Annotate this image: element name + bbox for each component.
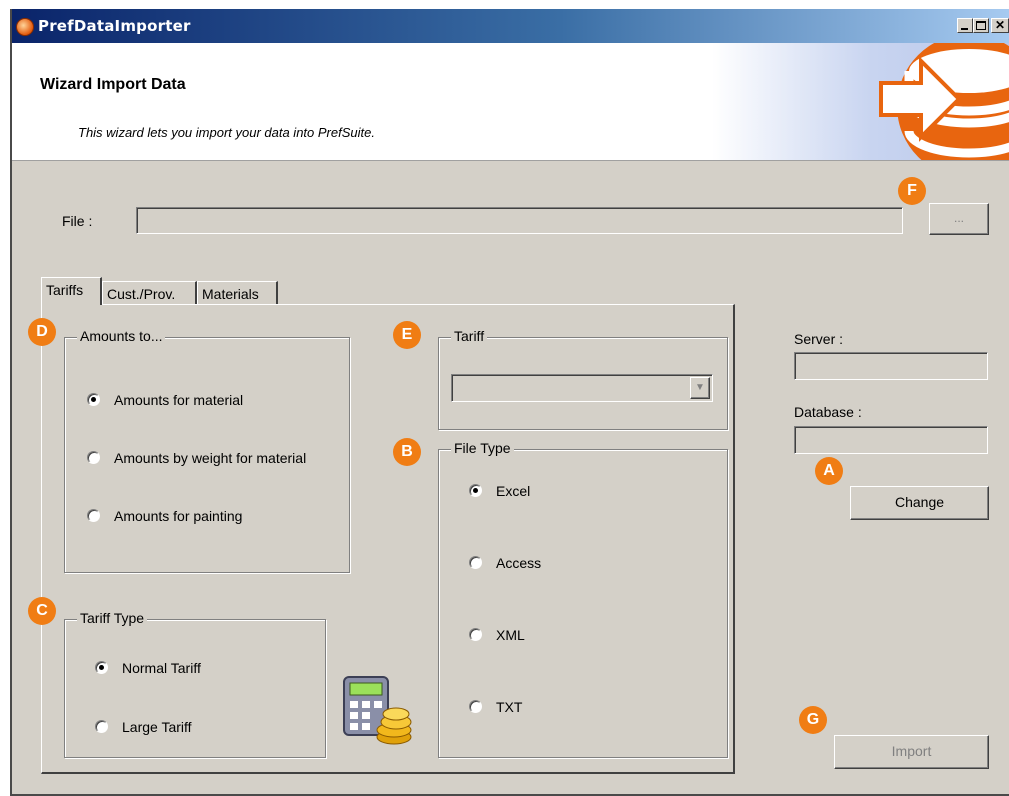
calculator-coins-icon	[343, 676, 412, 745]
file-path-input[interactable]	[136, 207, 903, 234]
file-type-group: File Type Excel Access XML TXT	[438, 440, 728, 758]
chevron-down-icon[interactable]: ▼	[690, 377, 710, 399]
radio-unselected-icon	[95, 720, 108, 733]
radio-label: Amounts for painting	[114, 508, 243, 524]
radio-label: Amounts by weight for material	[114, 450, 307, 466]
radio-unselected-icon	[469, 556, 482, 569]
radio-label: Normal Tariff	[122, 660, 201, 676]
database-label: Database :	[794, 404, 862, 420]
tab-cust-prov[interactable]: Cust./Prov.	[102, 281, 197, 305]
tariff-select[interactable]: ▼	[451, 374, 713, 402]
tariff-group: Tariff ▼	[438, 328, 728, 430]
database-input[interactable]	[794, 426, 988, 454]
title-bar[interactable]: PrefDataImporter ✕	[12, 9, 1009, 43]
tab-materials[interactable]: Materials	[197, 281, 278, 305]
wizard-title: Wizard Import Data	[40, 76, 186, 93]
tab-tariffs[interactable]: Tariffs	[41, 277, 102, 305]
radio-unselected-icon	[87, 509, 100, 522]
radio-label: Access	[496, 555, 542, 571]
browse-file-button[interactable]: ...	[929, 203, 989, 235]
wizard-header: Wizard Import Data This wizard lets you …	[12, 43, 1009, 161]
amounts-to-group: Amounts to... Amounts for material Amoun…	[64, 328, 350, 573]
import-button[interactable]: Import	[834, 735, 989, 769]
server-label: Server :	[794, 331, 844, 347]
tariff-type-legend: Tariff Type	[77, 610, 148, 626]
annotation-badge-f: F	[898, 177, 926, 205]
maximize-button[interactable]	[973, 18, 989, 33]
tariffs-tab-panel: Amounts to... Amounts for material Amoun…	[41, 304, 735, 774]
radio-unselected-icon	[87, 451, 100, 464]
app-window: PrefDataImporter ✕ Wizard Import Data Th…	[10, 9, 1009, 796]
tariff-legend: Tariff	[451, 328, 488, 344]
annotation-badge-c: C	[28, 597, 56, 625]
amounts-to-legend: Amounts to...	[77, 328, 166, 344]
annotation-badge-b: B	[393, 438, 421, 466]
file-label: File :	[62, 213, 93, 229]
server-input[interactable]	[794, 352, 988, 380]
database-import-logo-icon	[879, 43, 1009, 160]
close-button[interactable]: ✕	[991, 18, 1009, 33]
window-title: PrefDataImporter	[38, 17, 191, 35]
app-icon	[16, 18, 34, 36]
wizard-subtitle: This wizard lets you import your data in…	[78, 125, 375, 140]
annotation-badge-g: G	[799, 706, 827, 734]
radio-unselected-icon	[469, 700, 482, 713]
file-type-legend: File Type	[451, 440, 514, 456]
minimize-button[interactable]	[957, 18, 973, 33]
maximize-icon	[976, 21, 986, 30]
radio-selected-icon	[95, 661, 108, 674]
radio-unselected-icon	[469, 628, 482, 641]
radio-label: Amounts for material	[114, 392, 244, 408]
tariff-type-group: Tariff Type Normal Tariff Large Tariff	[64, 610, 326, 758]
annotation-badge-d: D	[28, 318, 56, 346]
radio-label: TXT	[496, 699, 523, 715]
annotation-badge-a: A	[815, 457, 843, 485]
change-button[interactable]: Change	[850, 486, 989, 520]
radio-label: Large Tariff	[122, 719, 192, 735]
close-icon: ✕	[994, 18, 1006, 32]
minimize-icon	[961, 28, 968, 30]
radio-label: XML	[496, 627, 525, 643]
radio-selected-icon	[469, 484, 482, 497]
annotation-badge-e: E	[393, 321, 421, 349]
radio-label: Excel	[496, 483, 531, 499]
radio-selected-icon	[87, 393, 100, 406]
